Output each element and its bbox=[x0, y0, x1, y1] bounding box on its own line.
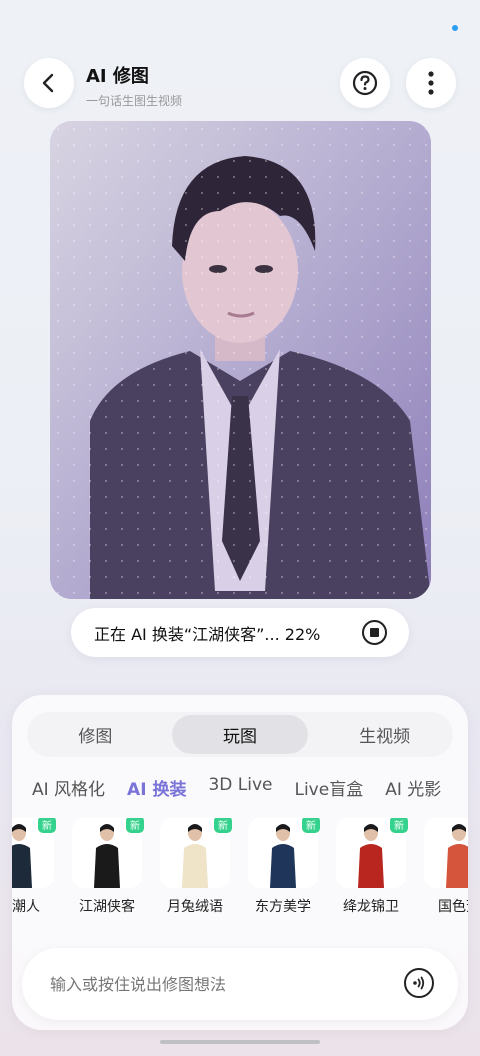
chevron-left-icon bbox=[42, 73, 54, 93]
style-card-label: 月兔绒语 bbox=[167, 899, 223, 915]
style-card[interactable]: 新东方美学 bbox=[248, 818, 320, 915]
subtab-live-blindbox[interactable]: Live盲盒 bbox=[294, 775, 363, 801]
tab-play[interactable]: 玩图 bbox=[171, 715, 309, 754]
style-cards: 新代潮人新江湖侠客新月兔绒语新东方美学新绛龙锦卫国色芳 bbox=[12, 818, 468, 928]
subtab-ai-lighting[interactable]: AI 光影 bbox=[385, 775, 441, 801]
style-card[interactable]: 国色芳 bbox=[424, 818, 468, 915]
mode-tabs: 修图 玩图 生视频 bbox=[27, 712, 453, 757]
new-badge: 新 bbox=[214, 818, 232, 833]
portrait-image bbox=[50, 121, 431, 599]
home-indicator bbox=[160, 1040, 320, 1044]
status-indicator bbox=[452, 25, 458, 31]
help-icon bbox=[352, 70, 378, 96]
subtab-ai-style[interactable]: AI 风格化 bbox=[32, 775, 105, 801]
style-card-label: 绛龙锦卫 bbox=[343, 899, 399, 915]
page-subtitle: 一句话生图生视频 bbox=[86, 94, 183, 108]
stop-button[interactable] bbox=[362, 620, 387, 645]
style-card-label: 国色芳 bbox=[438, 899, 468, 915]
subtab-3d-live[interactable]: 3D Live bbox=[208, 775, 272, 801]
more-options-button[interactable] bbox=[406, 58, 456, 108]
title-block: AI 修图 一句话生图生视频 bbox=[86, 62, 182, 109]
voice-wave-icon bbox=[413, 976, 425, 990]
new-badge: 新 bbox=[38, 818, 56, 833]
tab-edit[interactable]: 修图 bbox=[27, 712, 164, 757]
style-card[interactable]: 新江湖侠客 bbox=[72, 818, 144, 915]
header: AI 修图 一句话生图生视频 bbox=[24, 58, 456, 110]
new-badge: 新 bbox=[390, 818, 408, 833]
back-button[interactable] bbox=[24, 58, 74, 108]
stop-icon bbox=[370, 628, 379, 637]
page-title: AI 修图 bbox=[86, 66, 149, 87]
edited-photo[interactable] bbox=[50, 121, 431, 599]
new-badge: 新 bbox=[126, 818, 144, 833]
style-card[interactable]: 新月兔绒语 bbox=[160, 818, 232, 915]
help-button[interactable] bbox=[340, 58, 390, 108]
progress-status: 正在 AI 换装“江湖侠客”... 22% bbox=[71, 608, 409, 657]
style-card[interactable]: 新绛龙锦卫 bbox=[336, 818, 408, 915]
more-vertical-icon bbox=[428, 71, 434, 95]
style-thumbnail bbox=[424, 818, 468, 888]
feature-subtabs: AI 风格化 AI 换装 3D Live Live盲盒 AI 光影 bbox=[32, 775, 468, 801]
prompt-input-bar bbox=[22, 948, 458, 1020]
style-card-label: 江湖侠客 bbox=[79, 899, 135, 915]
style-card-label: 代潮人 bbox=[12, 899, 40, 915]
voice-input-button[interactable] bbox=[404, 968, 434, 998]
progress-text: 正在 AI 换装“江湖侠客”... 22% bbox=[94, 624, 321, 644]
new-badge: 新 bbox=[302, 818, 320, 833]
tab-video[interactable]: 生视频 bbox=[316, 712, 453, 757]
style-card-label: 东方美学 bbox=[255, 899, 311, 915]
subtab-ai-outfit[interactable]: AI 换装 bbox=[127, 775, 186, 801]
style-card[interactable]: 新代潮人 bbox=[12, 818, 56, 915]
prompt-input[interactable] bbox=[50, 970, 380, 998]
